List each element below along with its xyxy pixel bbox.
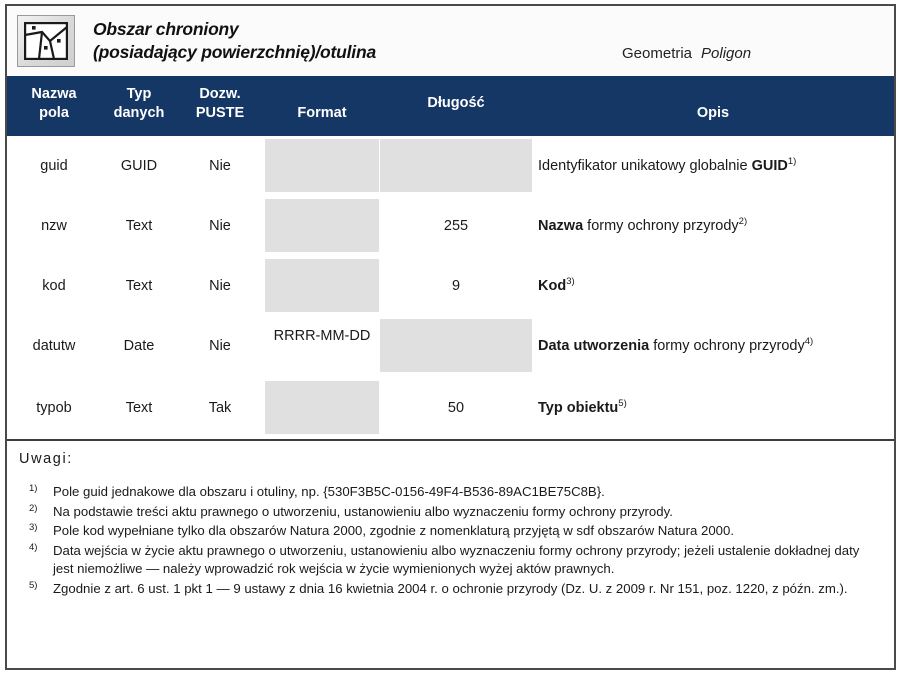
- table-row: kod Text Nie 9 Kod3): [7, 256, 894, 316]
- cell-field-name: guid: [40, 158, 68, 174]
- footnote-reference: 5): [618, 398, 627, 410]
- cell-format: RRRR-MM-DD: [273, 328, 371, 344]
- note-marker: 4): [29, 541, 38, 553]
- note-marker: 3): [29, 522, 38, 533]
- column-header-nullable-l2: PUSTE: [195, 105, 245, 121]
- cell-nullable: Nie: [209, 158, 231, 174]
- footnote-reference: 3): [566, 276, 575, 288]
- cell-data-type: Text: [125, 278, 153, 294]
- polygon-parcel-icon: [17, 15, 75, 67]
- note-marker: 2): [29, 502, 38, 514]
- note-text: Pole guid jednakowe dla obszaru i otulin…: [53, 484, 605, 499]
- cell-length: 9: [451, 278, 461, 294]
- description-emphasis: Typ obiektu: [538, 400, 619, 416]
- cell-data-type: GUID: [120, 158, 158, 174]
- table-row: typob Text Tak 50 Typ obiektu5): [7, 378, 894, 438]
- note-marker: 1): [29, 483, 38, 494]
- column-header-length: Długość: [427, 95, 485, 111]
- cell-field-name: typob: [36, 400, 72, 416]
- cell-length: 255: [443, 218, 469, 234]
- cell-description: Identyfikator unikatowy globalnie GUID1): [538, 156, 797, 174]
- column-header-data-type-l1: Typ: [126, 86, 152, 102]
- note-text: Zgodnie z art. 6 ust. 1 pkt 1 — 9 ustawy…: [53, 580, 848, 596]
- table-body: guid GUID Nie Identyfikator unikatowy globa…: [7, 136, 894, 439]
- geometry-value: Poligon: [701, 45, 752, 62]
- note-item: 2) Na podstawie treści aktu prawnego o ut…: [19, 503, 882, 522]
- cell-data-type: Text: [125, 218, 153, 234]
- column-header-description: Opis: [696, 105, 730, 121]
- footnote-reference: 4): [804, 336, 814, 348]
- note-item: 4) Data wejścia w życie aktu prawnego o u…: [19, 542, 882, 579]
- note-item: 3) Pole kod wypełniane tylko dla obszarów…: [19, 522, 882, 541]
- column-header-field-name-l1: Nazwa: [31, 86, 77, 102]
- cell-nullable: Nie: [209, 218, 231, 234]
- cell-field-name: kod: [42, 278, 66, 294]
- cell-nullable: Tak: [208, 400, 232, 416]
- note-item: 1) Pole guid jednakowe dla obszaru i otul…: [19, 483, 882, 502]
- footnote-reference: 2): [738, 216, 748, 228]
- column-header-nullable-l1: Dozw.: [199, 86, 241, 102]
- note-text: Pole kod wypełniane tylko dla obszarów N…: [53, 523, 735, 538]
- note-text: Data wejścia w życie aktu prawnego o utw…: [53, 542, 860, 577]
- specification-card: Obszar chroniony (posiadający powierzchn…: [5, 4, 896, 670]
- notes-section: Uwagi: 1) Pole guid jednakowe dla obszaru…: [7, 441, 894, 668]
- description-emphasis: Kod: [538, 278, 567, 294]
- table-header-row: Nazwa pola Typ danych Dozw. PUSTE Format…: [7, 76, 894, 136]
- cell-length: 50: [447, 400, 465, 416]
- table-row: guid GUID Nie Identyfikator unikatowy globa…: [7, 136, 894, 196]
- cell-nullable: Nie: [209, 338, 231, 354]
- document-page: Obszar chroniony (posiadający powierzchn…: [0, 0, 901, 674]
- description-emphasis: GUID: [751, 158, 788, 174]
- cell-description: Data utworzenia formy ochrony przyrody4): [538, 336, 814, 354]
- notes-title: Uwagi:: [19, 451, 73, 467]
- geometry-label: Geometria: [622, 45, 693, 62]
- cell-description: Typ obiektu5): [538, 399, 890, 417]
- column-header-nullable: Dozw. PUSTE: [179, 85, 261, 123]
- cell-data-type: Date: [123, 338, 155, 354]
- note-item: 5) Zgodnie z art. 6 ust. 1 pkt 1 — 9 usta…: [19, 580, 882, 599]
- card-title-line1: Obszar chroniony: [93, 19, 239, 39]
- note-text: Na podstawie treści aktu prawnego o utwo…: [53, 503, 673, 519]
- cell-field-name: nzw: [41, 218, 67, 234]
- column-header-field-name: Nazwa pola: [15, 85, 93, 123]
- note-marker: 5): [29, 579, 38, 591]
- column-header-data-type: Typ danych: [99, 85, 179, 123]
- table-row: nzw Text Nie 255 Nazwa formy ochrony przyrod…: [7, 196, 894, 256]
- cell-data-type: Text: [125, 400, 153, 416]
- cell-description: Kod3): [538, 277, 890, 295]
- description-emphasis: Data utworzenia: [538, 338, 650, 354]
- card-title: Obszar chroniony (posiadający powierzchn…: [93, 18, 376, 64]
- geometry-info: Geometria Poligon: [622, 45, 751, 62]
- description-emphasis: Nazwa: [538, 218, 584, 234]
- footnote-reference: 1): [787, 156, 797, 168]
- card-title-line2: (posiadający powierzchnię)/otulina: [93, 42, 376, 62]
- cell-field-name: datutw: [32, 338, 76, 354]
- column-header-data-type-l2: danych: [113, 105, 165, 121]
- table-row: datutw Date Nie RRRR-MM-DD Data utworzenia f…: [7, 316, 894, 376]
- column-header-field-name-l2: pola: [39, 105, 69, 121]
- column-header-format: Format: [297, 105, 347, 121]
- notes-list: 1) Pole guid jednakowe dla obszaru i otul…: [19, 483, 882, 598]
- cell-nullable: Nie: [209, 278, 231, 294]
- cell-description: Nazwa formy ochrony przyrody2): [538, 216, 748, 234]
- card-header: Obszar chroniony (posiadający powierzchn…: [7, 6, 894, 76]
